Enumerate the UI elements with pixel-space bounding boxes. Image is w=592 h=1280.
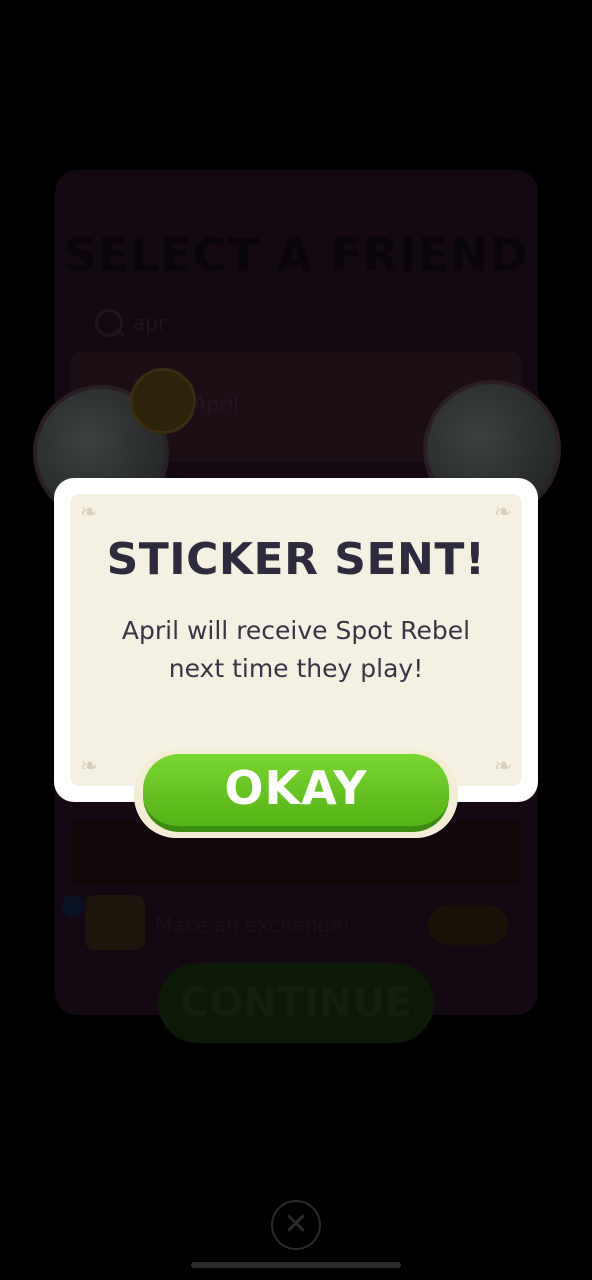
exchange-label: Make an exchange! [155,913,351,937]
corner-ornament-icon: ❧ [79,754,99,779]
info-icon [62,895,84,917]
friend-name: April [193,392,239,416]
friend-search-field: apr [95,305,515,345]
home-indicator[interactable] [191,1262,401,1268]
dialog-message: April will receive Spot Rebel next time … [121,616,471,683]
exchange-icon [85,895,145,950]
exchange-toggle [428,905,508,945]
dialog-body: ❧ ❧ ❧ ❧ STICKER SENT! April will receive… [70,494,522,786]
smiley-icon [130,368,196,434]
continue-button: CONTINUE [158,963,434,1043]
close-icon[interactable]: ✕ [271,1200,321,1250]
search-value: apr [133,311,167,335]
select-friend-title: SELECT A FRIEND [63,228,529,282]
corner-ornament-icon: ❧ [493,754,513,779]
corner-ornament-icon: ❧ [79,500,99,525]
corner-ornament-icon: ❧ [493,500,513,525]
okay-button[interactable]: OKAY [143,754,449,832]
dialog-title: STICKER SENT! [106,534,486,585]
okay-button-frame: OKAY [134,750,458,838]
